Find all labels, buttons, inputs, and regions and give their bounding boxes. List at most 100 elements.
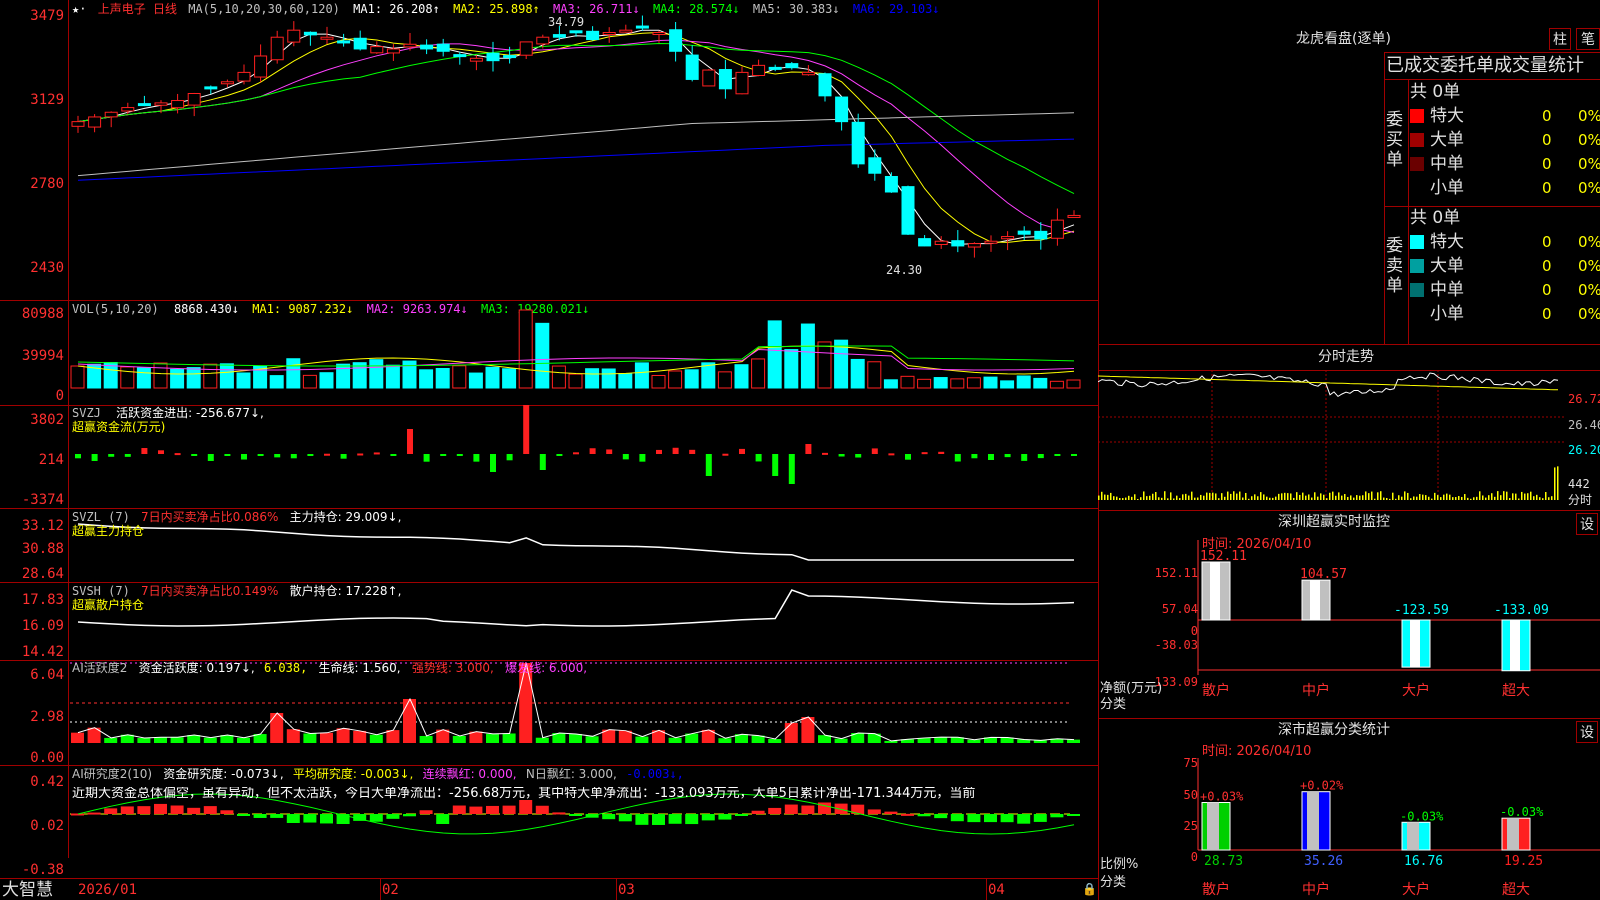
volume-bar <box>153 362 168 389</box>
research-bar <box>801 805 815 814</box>
intraday-volume-bar <box>1146 496 1148 500</box>
intraday-volume-bar <box>1275 496 1277 500</box>
volume-bar <box>618 373 633 389</box>
sell-row-value: 0 <box>1542 281 1552 299</box>
tick-view-button[interactable]: 笔 <box>1576 28 1600 50</box>
candle <box>270 36 284 61</box>
intraday-volume-bar <box>1392 492 1394 500</box>
candle <box>1050 219 1064 239</box>
candle <box>967 243 981 248</box>
fund-flow-bar <box>191 454 198 456</box>
sell-order-label: 委卖单 <box>1386 236 1403 296</box>
volume-chart[interactable] <box>70 300 1098 405</box>
candle <box>1001 236 1015 240</box>
intraday-volume-bar <box>1179 498 1181 500</box>
intraday-volume-bar <box>1197 497 1199 500</box>
volume-bar <box>717 371 732 389</box>
volume-bar <box>917 378 932 389</box>
volume-bar <box>983 376 998 389</box>
intraday-volume-bar <box>1401 496 1403 500</box>
volume-ma-line <box>77 345 1075 367</box>
lock-icon[interactable]: 🔒 <box>1082 882 1097 896</box>
candle <box>88 116 102 128</box>
candle <box>785 63 799 69</box>
ai-active-header: AI活跃度2 资金活跃度: 0.197↓, 6.038, 生命线: 1.560,… <box>72 661 587 675</box>
continuous-red-value: 连续飘红: 0.000, <box>422 767 517 781</box>
candlestick-chart[interactable] <box>70 0 1098 300</box>
research-bar <box>320 814 333 824</box>
research-bar <box>768 807 782 814</box>
intraday-volume-bar <box>1137 498 1139 500</box>
intraday-volume-bar <box>1203 495 1205 500</box>
intraday-volume-bar <box>1299 494 1301 500</box>
intraday-volume-bar <box>1446 493 1448 500</box>
intraday-volume-bar <box>1149 495 1151 500</box>
activity-bar <box>1067 739 1080 743</box>
intraday-volume-bar <box>1224 496 1226 500</box>
research-bar <box>635 814 649 825</box>
candle <box>287 29 301 43</box>
volume-bar <box>551 365 566 389</box>
intraday-axis-label: 26.20 <box>1568 443 1600 457</box>
ai-research-chart[interactable] <box>70 765 1098 878</box>
intraday-volume-bar <box>1458 496 1460 500</box>
candle <box>1067 214 1081 218</box>
monitor-bar-value: -133.09 <box>1494 603 1549 618</box>
candle <box>868 157 882 174</box>
fund-flow-bar <box>456 454 463 456</box>
candle <box>519 41 533 56</box>
fund-flow-bar <box>722 453 729 456</box>
buy-total: 共 0单 <box>1410 82 1461 102</box>
intraday-volume-bar <box>1098 495 1100 500</box>
candle <box>652 32 666 36</box>
research-extra-value: -0.003↓, <box>626 767 684 781</box>
volume-bar <box>435 367 450 389</box>
buy-row-pct: 0% <box>1578 131 1600 149</box>
monitor-bar-chart[interactable]: 152.11 散户 104.57 中户 -123.59 大户 -133.09 超大 <box>1098 510 1600 720</box>
activity-bar <box>967 739 981 743</box>
candle <box>436 43 450 52</box>
classify-bar-chart[interactable]: +0.03% 28.73 散户 +0.02% 35.26 中户 -0.03% 16.76 大户 -… <box>1098 718 1600 900</box>
svzl-axis-label: 33.12 <box>21 518 64 534</box>
intraday-chart[interactable] <box>1098 370 1566 510</box>
fund-flow-bar <box>108 454 115 457</box>
fund-flow-bar <box>921 452 928 455</box>
intraday-volume-bar <box>1308 494 1310 500</box>
price-axis-label: 3129 <box>30 92 64 108</box>
activity-bar <box>403 699 416 743</box>
activity-bar <box>137 738 151 743</box>
research-bar <box>369 814 383 822</box>
classify-bar-highlight <box>1307 791 1319 850</box>
fund-flow-chart[interactable] <box>70 405 1098 508</box>
intraday-volume-bar <box>1104 494 1106 500</box>
buy-row-value: 0 <box>1542 179 1552 197</box>
fund-flow-bar <box>838 454 845 457</box>
research-bar <box>950 814 964 822</box>
ai-active-chart[interactable] <box>70 660 1098 765</box>
bar-view-button[interactable]: 柱 <box>1549 28 1571 50</box>
research-bar <box>253 814 267 818</box>
brand-logo[interactable]: 大智慧 <box>2 880 53 900</box>
intraday-volume-bar <box>1101 491 1103 500</box>
fund-flow-bar <box>1054 454 1061 456</box>
monitor-category-label: 散户 <box>1202 682 1230 699</box>
monitor-bar-value: 152.11 <box>1200 549 1247 564</box>
research-bar <box>784 804 798 814</box>
research-bar <box>1017 814 1031 824</box>
volume-bar <box>502 368 517 389</box>
intraday-volume-bar <box>1491 493 1493 500</box>
fund-flow-bar <box>1037 454 1044 459</box>
activity-bar <box>71 732 84 743</box>
volume-bar <box>219 363 234 389</box>
candle <box>602 32 616 36</box>
lhb-header: 已成交委托单成交量统计 <box>1386 55 1584 76</box>
research-bar <box>718 814 732 820</box>
research-bar <box>1033 814 1047 822</box>
intraday-volume-bar <box>1293 497 1295 500</box>
monitor-category-label: 超大 <box>1502 683 1530 699</box>
candle <box>901 186 915 235</box>
candle <box>154 102 168 106</box>
research-bar <box>1067 814 1080 816</box>
activity-bar <box>170 737 184 743</box>
intraday-volume-bar <box>1188 495 1190 500</box>
